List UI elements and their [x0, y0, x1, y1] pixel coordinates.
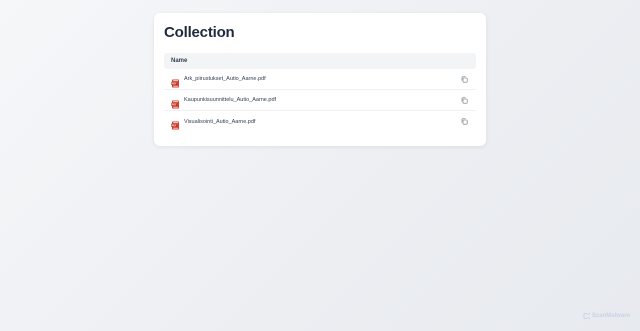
pdf-icon: PDF	[171, 96, 180, 108]
collection-card: Collection Name PDF Ark_piirustukset_Aut…	[154, 13, 486, 146]
file-name[interactable]: Ark_piirustukset_Autio_Aarne.pdf	[184, 76, 460, 82]
table-row[interactable]: PDF Kaupunkisuunnittelu_Autio_Aarne.pdf	[164, 90, 476, 111]
svg-text:PDF: PDF	[172, 103, 177, 106]
files-table: Name PDF Ark_piirustukset_Autio_Aarne.pd…	[164, 53, 476, 132]
column-header-name: Name	[171, 58, 188, 64]
file-name[interactable]: Kaupunkisuunnittelu_Autio_Aarne.pdf	[184, 97, 460, 103]
copy-icon[interactable]	[460, 96, 468, 104]
table-row[interactable]: PDF Visualisointi_Autio_Aarne.pdf	[164, 111, 476, 132]
page-title: Collection	[164, 24, 235, 41]
brand-label: ScanMalware	[591, 313, 630, 319]
pdf-icon: PDF	[171, 75, 180, 87]
pdf-icon: PDF	[171, 117, 180, 130]
copy-icon[interactable]	[460, 118, 468, 126]
svg-text:PDF: PDF	[172, 82, 177, 85]
brand-watermark[interactable]: ScanMalware	[583, 312, 630, 320]
copy-icon[interactable]	[460, 75, 468, 83]
file-name[interactable]: Visualisointi_Autio_Aarne.pdf	[184, 119, 460, 125]
scanmalware-logo-icon	[583, 312, 591, 320]
table-header: Name	[164, 53, 476, 69]
svg-text:PDF: PDF	[172, 124, 177, 127]
table-row[interactable]: PDF Ark_piirustukset_Autio_Aarne.pdf	[164, 69, 476, 90]
